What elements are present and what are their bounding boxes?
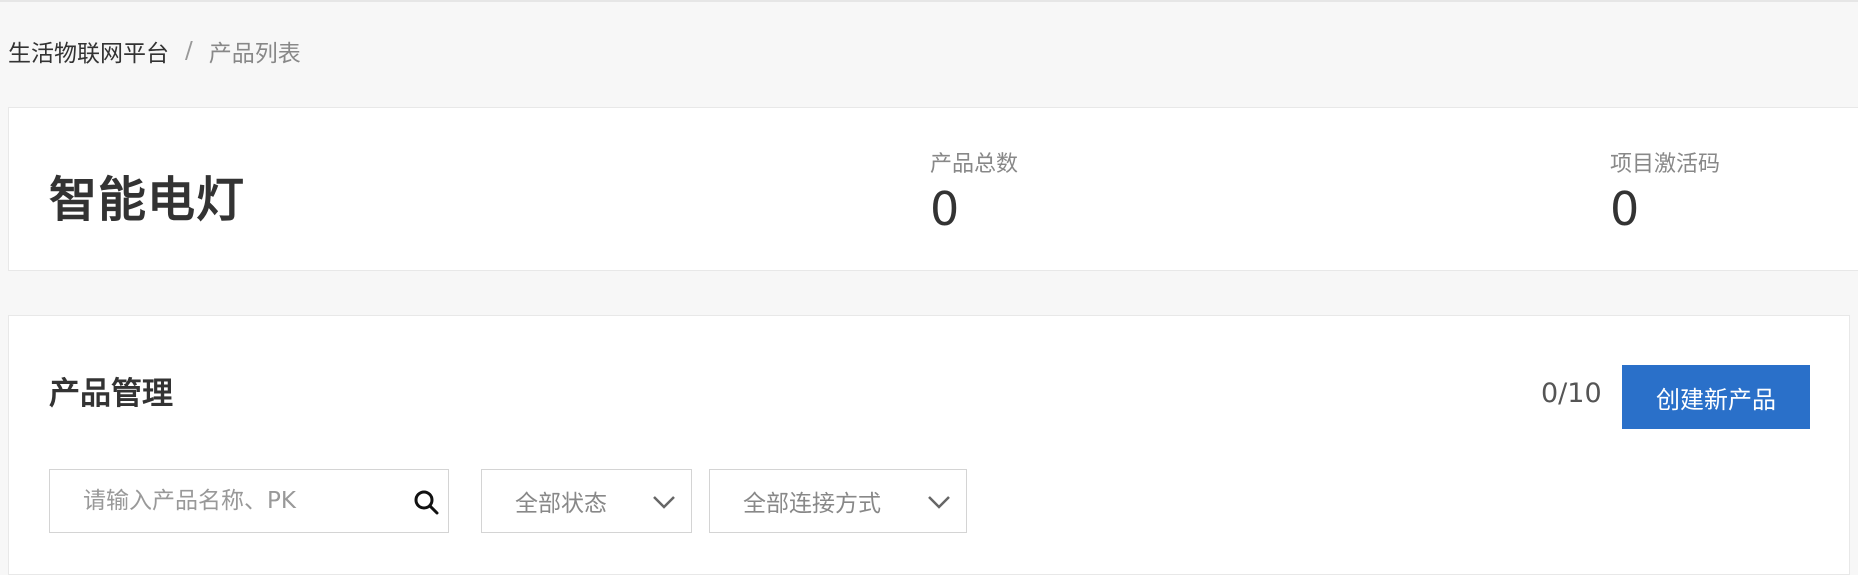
breadcrumb-item-product-list: 产品列表 [208, 41, 301, 67]
chevron-down-icon [653, 496, 675, 509]
product-management-card: 产品管理 0/10 创建新产品 全部状态 全部连接方式 [8, 315, 1850, 575]
stat-label: 产品总数 [930, 152, 1019, 177]
top-divider [0, 0, 1858, 2]
status-filter-value: 全部状态 [515, 491, 607, 517]
stat-label: 项目激活码 [1610, 152, 1721, 177]
breadcrumb: 生活物联网平台 / 产品列表 [8, 34, 301, 68]
connection-filter-select[interactable]: 全部连接方式 [709, 469, 967, 533]
product-summary-card: 智能电灯 产品总数 0 项目激活码 0 [8, 107, 1858, 271]
search-icon[interactable] [412, 488, 440, 516]
chevron-down-icon [928, 496, 950, 509]
product-name-title: 智能电灯 [49, 172, 246, 228]
search-input[interactable] [50, 470, 390, 532]
status-filter-select[interactable]: 全部状态 [481, 469, 692, 533]
stat-value: 0 [1610, 182, 1640, 236]
stat-product-total: 产品总数 0 [930, 146, 1018, 236]
stat-activation-code: 项目激活码 0 [1610, 146, 1720, 236]
connection-filter-value: 全部连接方式 [743, 491, 881, 517]
breadcrumb-separator: / [185, 38, 193, 64]
search-box [49, 469, 449, 533]
breadcrumb-item-platform[interactable]: 生活物联网平台 [8, 34, 169, 68]
stat-value: 0 [930, 182, 960, 236]
product-quota-count: 0/10 [1541, 378, 1602, 409]
create-product-button[interactable]: 创建新产品 [1622, 365, 1810, 429]
section-title: 产品管理 [49, 376, 173, 412]
